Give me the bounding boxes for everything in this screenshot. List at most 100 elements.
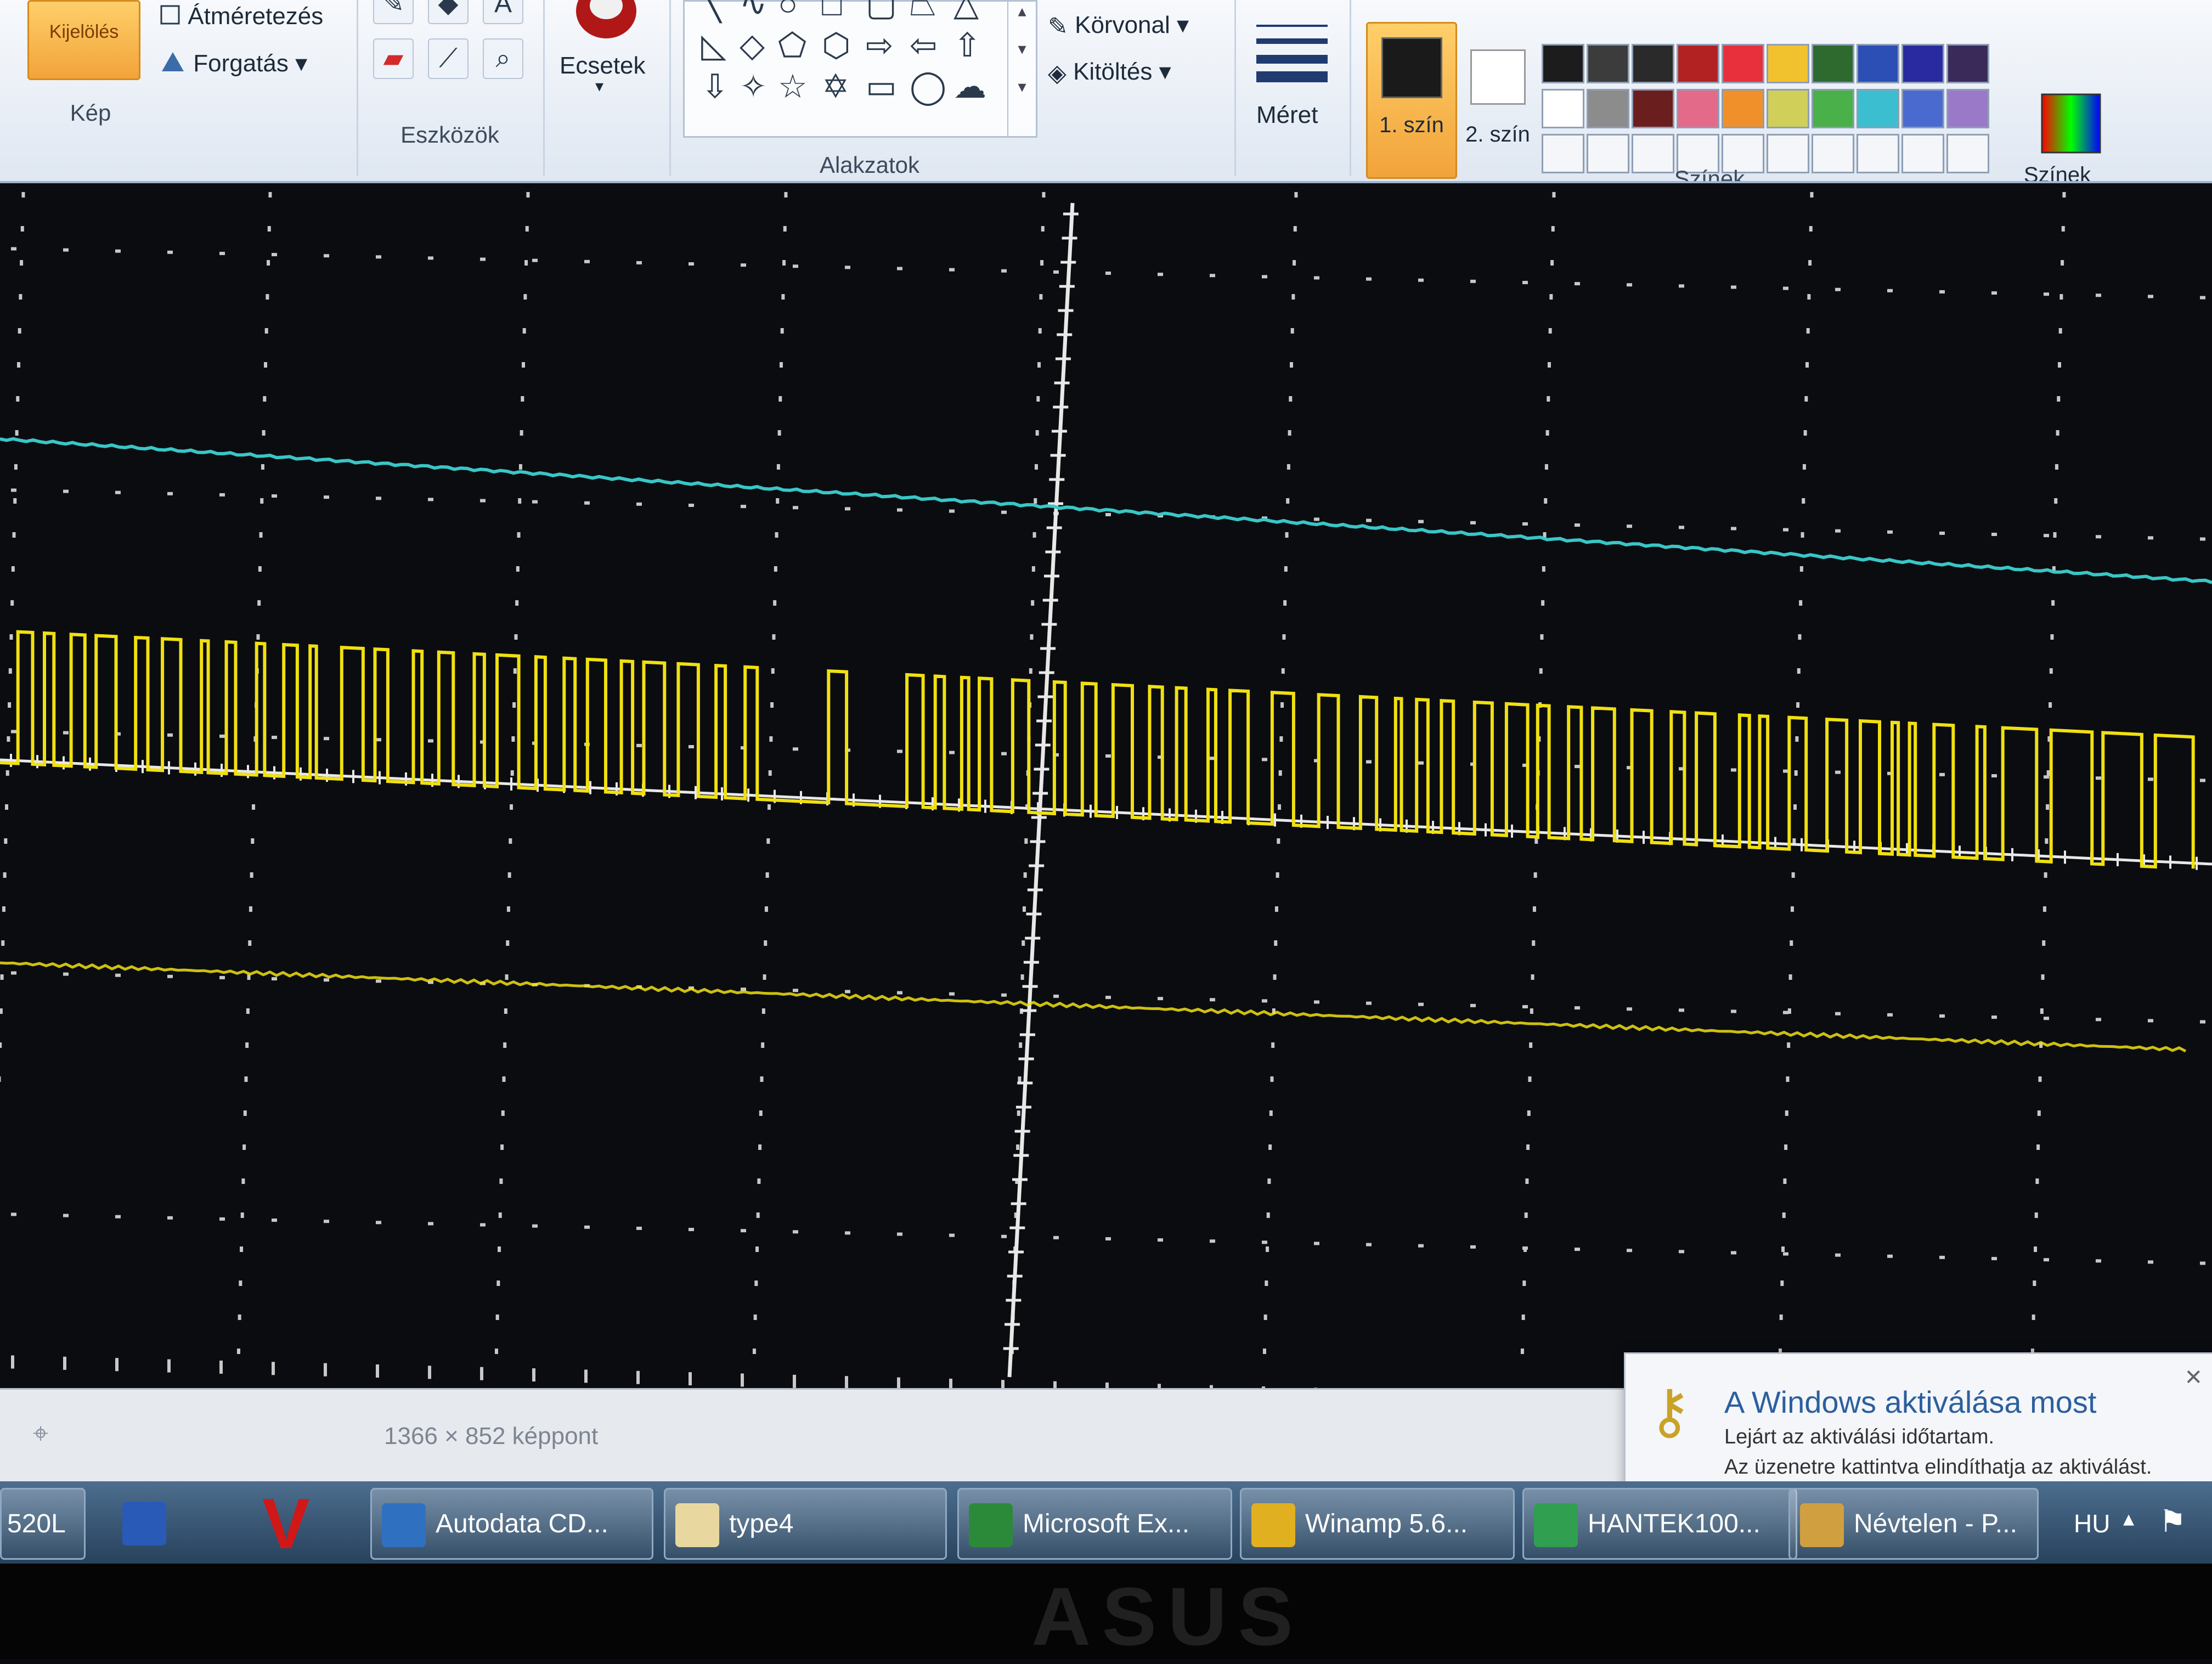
palette-swatch[interactable] <box>1946 44 1989 83</box>
language-indicator[interactable]: HU <box>2074 1509 2110 1538</box>
eraser-icon[interactable]: ▰ <box>373 38 414 79</box>
resize-button[interactable]: Átméretezés <box>159 3 323 32</box>
palette-swatch[interactable] <box>1632 89 1674 128</box>
grid-dot <box>2040 1008 2044 1014</box>
group-label-kep: Kép <box>70 100 111 126</box>
palette-swatch[interactable] <box>1812 89 1854 128</box>
palette-swatch[interactable] <box>1901 44 1944 83</box>
grid-dot <box>516 566 520 572</box>
color1-button[interactable]: 1. szín <box>1366 22 1457 179</box>
rotate-button[interactable]: Forgatás ▾ <box>159 49 307 80</box>
grid-dot <box>1808 260 1812 266</box>
group-eszkozok: ✎ ◆ A ▰ ⟋ ⌕ Eszközök <box>357 0 545 176</box>
grid-dot <box>428 498 433 501</box>
palette-swatch[interactable] <box>1812 44 1854 83</box>
taskbar-item-autodata[interactable]: Autodata CD... <box>370 1488 653 1560</box>
grid-dot <box>1802 498 1805 504</box>
grid-dot <box>584 501 590 505</box>
palette-swatch[interactable] <box>1587 44 1629 83</box>
group-meret[interactable]: Méret <box>1234 0 1351 176</box>
grid-dot <box>2148 1260 2153 1264</box>
palette-swatch[interactable] <box>1542 89 1584 128</box>
polygon-shape-icon[interactable]: ⏢ <box>910 0 936 24</box>
palette-swatch[interactable] <box>1767 44 1809 83</box>
palette-swatch[interactable] <box>1677 89 1719 128</box>
text-tool-icon[interactable]: A <box>483 0 523 24</box>
curve-shape-icon[interactable]: ∿ <box>740 0 767 24</box>
select-button[interactable]: Kijelölés <box>27 0 140 80</box>
grid-dot <box>1991 1016 1997 1019</box>
grid-dot <box>1552 192 1556 198</box>
taskbar-item-hantek[interactable]: HANTEK100... <box>1522 1488 1797 1560</box>
group-ecsetek[interactable]: Ecsetek ▾ <box>543 0 671 176</box>
grid-dot <box>771 668 775 674</box>
taskbar-item-v[interactable]: V <box>252 1488 346 1556</box>
close-icon[interactable]: ✕ <box>2184 1365 2203 1390</box>
palette-swatch[interactable] <box>1632 44 1674 83</box>
grid-dot <box>2200 296 2205 300</box>
palette-swatch[interactable] <box>1767 89 1809 128</box>
shapes-gallery[interactable]: ╲ ∿ ○ □ ▢ ⏢ △ ◺ ◇ ⬠ ⬡ ⇨ ⇦ ⇧ ⇩ ✧ ☆ ✡ ▭ ◯ … <box>683 0 1037 138</box>
magnifier-icon[interactable]: ⌕ <box>483 38 523 79</box>
grid-dot <box>1366 1001 1372 1005</box>
grid-dot <box>1035 430 1039 436</box>
line-shape-icon[interactable]: ╲ <box>701 0 721 24</box>
color2-button[interactable]: 2. szín <box>1465 44 1531 176</box>
taskbar-item-type4[interactable]: type4 <box>664 1488 947 1560</box>
palette-swatch[interactable] <box>1722 44 1764 83</box>
action-center-flag-icon[interactable]: ⚑ <box>2159 1503 2186 1539</box>
grid-dot <box>11 247 16 251</box>
grid-dot <box>1809 226 1813 232</box>
callout-cloud-shape-icon[interactable]: ☁ <box>953 67 986 106</box>
arrow-up-shape-icon[interactable]: ⇧ <box>953 26 981 65</box>
taskbar-item-0[interactable]: 520L <box>0 1488 86 1560</box>
grid-dot <box>517 532 521 538</box>
palette-swatch[interactable] <box>1946 89 1989 128</box>
color-picker-icon[interactable]: ⟋ <box>428 38 469 79</box>
palette-swatch[interactable] <box>1587 89 1629 128</box>
callout-oval-shape-icon[interactable]: ◯ <box>910 67 946 106</box>
taskbar-item-winamp[interactable]: Winamp 5.6... <box>1240 1488 1515 1560</box>
outline-button[interactable]: ✎ Körvonal ▾ <box>1048 11 1189 41</box>
palette-swatch[interactable] <box>1722 89 1764 128</box>
star6-shape-icon[interactable]: ✡ <box>822 67 849 106</box>
grid-dot <box>501 1110 505 1116</box>
edit-colors-icon[interactable] <box>2041 93 2101 156</box>
fill-button[interactable]: ◈ Kitöltés ▾ <box>1048 58 1171 87</box>
right-triangle-shape-icon[interactable]: ◺ <box>701 26 726 65</box>
callout-rect-shape-icon[interactable]: ▭ <box>866 67 897 106</box>
oval-shape-icon[interactable]: ○ <box>778 0 798 23</box>
outline-label: Körvonal ▾ <box>1075 12 1189 38</box>
arrow-right-shape-icon[interactable]: ⇨ <box>866 26 893 65</box>
palette-swatch[interactable] <box>1857 44 1899 83</box>
star5-shape-icon[interactable]: ☆ <box>778 67 808 106</box>
rectangle-shape-icon[interactable]: □ <box>822 0 842 23</box>
palette-swatch[interactable] <box>1677 44 1719 83</box>
taskbar-item-excel[interactable]: Microsoft Ex... <box>957 1488 1232 1560</box>
rounded-rect-shape-icon[interactable]: ▢ <box>866 0 897 24</box>
palette-swatch[interactable] <box>1901 89 1944 128</box>
grid-dot <box>1418 278 1424 282</box>
pencil-icon[interactable]: ✎ <box>373 0 414 24</box>
fill-bucket-icon[interactable]: ◆ <box>428 0 469 24</box>
grid-dot <box>428 256 433 260</box>
shapes-scroll[interactable]: ▴ ▾ ▾ <box>1007 2 1036 136</box>
triangle-shape-icon[interactable]: △ <box>953 0 979 24</box>
taskbar-item-save[interactable] <box>112 1488 206 1556</box>
grid-dot <box>324 1220 329 1223</box>
grid-dot <box>2061 226 2065 232</box>
palette-swatch[interactable] <box>1542 44 1584 83</box>
star4-shape-icon[interactable]: ✧ <box>740 67 767 106</box>
grid-dot <box>1522 1246 1528 1250</box>
grid-dot <box>897 267 902 270</box>
grid-dot <box>324 495 329 499</box>
arrow-left-shape-icon[interactable]: ⇦ <box>910 26 937 65</box>
taskbar-item-paint[interactable]: Névtelen - P... <box>1788 1488 2039 1560</box>
diamond-shape-icon[interactable]: ◇ <box>740 26 765 65</box>
grid-dot <box>1545 430 1549 436</box>
tray-arrow-icon[interactable]: ▴ <box>2123 1506 2134 1531</box>
hexagon-shape-icon[interactable]: ⬡ <box>822 26 850 65</box>
pentagon-shape-icon[interactable]: ⬠ <box>778 26 806 65</box>
palette-swatch[interactable] <box>1857 89 1899 128</box>
arrow-down-shape-icon[interactable]: ⇩ <box>701 67 729 106</box>
